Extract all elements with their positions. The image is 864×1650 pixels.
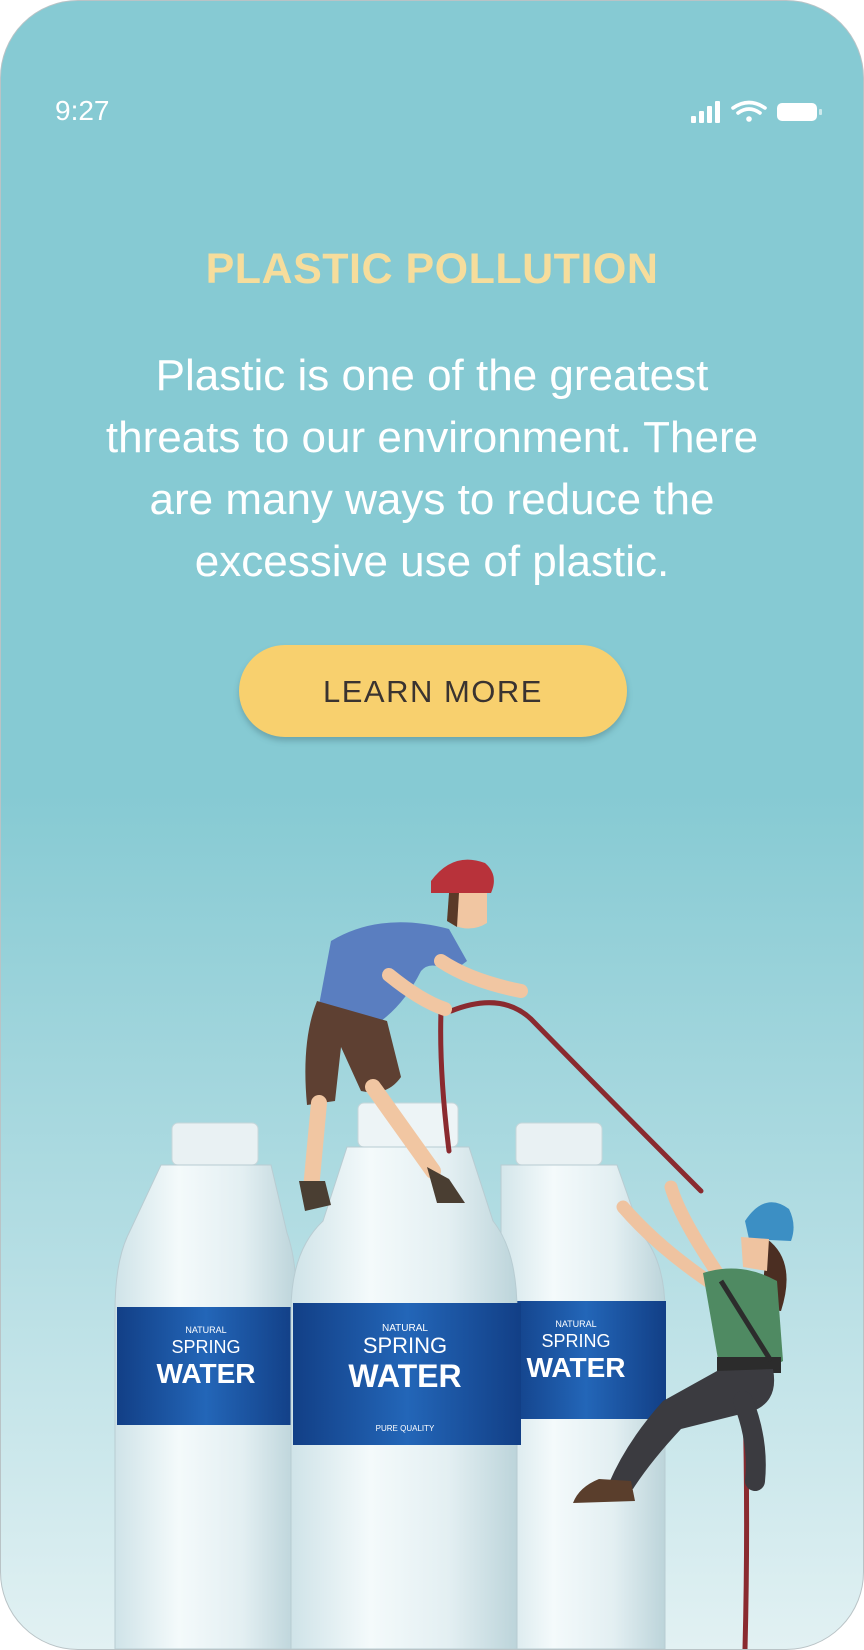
wifi-icon xyxy=(731,100,767,122)
climbers-on-bottles-illustration: NATURAL SPRING WATER NATURAL SPRING WATE… xyxy=(114,859,794,1649)
label-spring-right: SPRING xyxy=(541,1331,610,1351)
status-time: 9:27 xyxy=(55,95,110,126)
battery-icon xyxy=(777,103,822,121)
label-spring-center: SPRING xyxy=(363,1333,447,1358)
label-spring-left: SPRING xyxy=(171,1337,240,1357)
hero-description: Plastic is one of the greatest threats t… xyxy=(105,351,759,586)
label-water-left: WATER xyxy=(156,1358,255,1389)
page-title: PLASTIC POLLUTION xyxy=(205,245,659,293)
phone-screen: 9:27 PLASTIC POLLUTION Plastic is one of… xyxy=(0,0,864,1650)
label-water-right: WATER xyxy=(526,1352,625,1383)
label-small-right: NATURAL xyxy=(555,1319,596,1329)
label-small-left: NATURAL xyxy=(185,1325,226,1335)
learn-more-button[interactable]: LEARN MORE xyxy=(239,645,627,737)
label-bottom-center: PURE QUALITY xyxy=(376,1424,435,1433)
cellular-signal-icon xyxy=(691,101,720,123)
status-icons xyxy=(691,100,822,123)
status-bar: 9:27 xyxy=(1,81,863,147)
label-water-center: WATER xyxy=(348,1358,461,1394)
